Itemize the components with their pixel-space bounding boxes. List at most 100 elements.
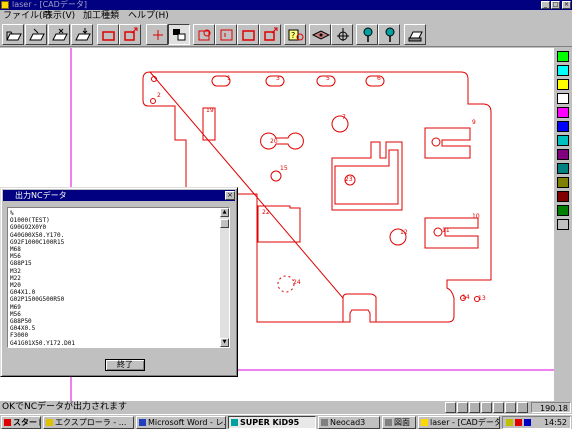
menu-view[interactable]: 表示(V): [44, 11, 75, 21]
import-file-button[interactable]: [71, 24, 93, 45]
toolbar: ?: [0, 22, 572, 47]
target-tool-button[interactable]: [331, 24, 353, 45]
help-query-button[interactable]: ?: [284, 24, 306, 45]
rect-arrow-icon: [124, 27, 138, 41]
save-file-button[interactable]: [25, 24, 47, 45]
neocad-icon: [321, 419, 328, 426]
swatch-blue[interactable]: [557, 121, 569, 132]
dialog-title[interactable]: 出力NCデータ: [3, 190, 235, 201]
save-as-button[interactable]: [48, 24, 70, 45]
drawing-icon: [385, 419, 392, 426]
label-9: 9: [472, 119, 476, 126]
select-icon: [173, 29, 186, 41]
app-icon[interactable]: [1, 1, 9, 9]
swatch-olive[interactable]: [557, 177, 569, 188]
menu-help[interactable]: ヘルプ(H): [128, 11, 169, 21]
swatch-white[interactable]: [557, 93, 569, 104]
dialog-close-button[interactable]: ×: [225, 191, 235, 200]
pin-tool-button[interactable]: [356, 24, 378, 45]
swatch-green[interactable]: [557, 51, 569, 62]
pin-icon-2: [385, 27, 395, 42]
print-button[interactable]: [404, 24, 426, 45]
tray-icon-1[interactable]: [506, 419, 513, 426]
target-icon: [337, 28, 349, 41]
swatch-yellow[interactable]: [557, 79, 569, 90]
close-button[interactable]: ×: [562, 1, 571, 9]
finish-button[interactable]: 終了: [105, 359, 145, 371]
rect-bracket-icon: [220, 29, 233, 41]
rect-arrow-tool-button[interactable]: [119, 24, 141, 45]
task-explorer[interactable]: エクスプローラ - ...: [43, 416, 134, 429]
label-14: 14: [462, 294, 470, 301]
rect-tool-2-button[interactable]: [215, 24, 237, 45]
status-coordinate: 190.18: [531, 402, 571, 413]
task-super-kid95[interactable]: SUPER KiD95: [228, 416, 316, 429]
origin-tool-button[interactable]: [146, 24, 168, 45]
label-7: 7: [342, 114, 346, 121]
status-bar: OKでNCデータが出力されます 190.18: [0, 401, 572, 414]
start-button[interactable]: スタート: [1, 416, 41, 429]
nc-code-line: M56: [10, 310, 21, 318]
swatch-dark-green[interactable]: [557, 205, 569, 216]
hole-15: [270, 170, 282, 182]
task-laser[interactable]: laser - [CADデータ]: [418, 416, 500, 429]
task-label-laser: laser - [CADデータ]: [430, 418, 500, 427]
import-file-icon: [75, 28, 91, 41]
minimize-button[interactable]: _: [541, 1, 550, 9]
task-word[interactable]: Microsoft Word - レ...: [136, 416, 226, 429]
swatch-teal[interactable]: [557, 135, 569, 146]
nc-code-lines: % O1000(TEST) G90G92X0Y0 G40G00X50.Y170. G92…: [10, 210, 218, 346]
task-label-drawing: 図面: [394, 418, 410, 427]
status-indicator-3: [469, 402, 480, 413]
nc-code-line: O1000(TEST): [10, 217, 50, 225]
task-neocad3[interactable]: Neocad3: [318, 416, 380, 429]
nc-code-line: G04X1.0: [10, 289, 36, 297]
nc-scrollbar[interactable]: ▲ ▼: [220, 208, 229, 347]
label-12: 12: [400, 229, 408, 236]
task-label-neocad3: Neocad3: [330, 418, 366, 427]
scroll-thumb[interactable]: [220, 219, 229, 228]
rect-tool-button[interactable]: [97, 24, 119, 45]
nc-code-line: G88P50: [10, 318, 32, 326]
rect-tool-3-button[interactable]: [237, 24, 259, 45]
nc-code-line: M20: [10, 282, 21, 290]
pin-tool-2-button[interactable]: [378, 24, 400, 45]
menu-process-type[interactable]: 加工種類: [83, 11, 119, 21]
swatch-magenta[interactable]: [557, 107, 569, 118]
swatch-maroon[interactable]: [557, 191, 569, 202]
window-title: laser - [CADデータ]: [12, 0, 87, 9]
swatch-cyan[interactable]: [557, 65, 569, 76]
circle-tool-button[interactable]: [193, 24, 215, 45]
label-5: 5: [326, 75, 330, 82]
open-file-button[interactable]: [2, 24, 24, 45]
task-drawing[interactable]: 図面: [382, 416, 416, 429]
tray-icon-3[interactable]: [524, 419, 531, 426]
nc-code-list[interactable]: % O1000(TEST) G90G92X0Y0 G40G00X50.Y170. G92…: [7, 207, 230, 348]
scroll-down-arrow[interactable]: ▼: [220, 338, 229, 347]
nc-code-line: G02P1500G500R50: [10, 296, 65, 304]
label-20: 20: [270, 138, 278, 145]
swatch-purple[interactable]: [557, 149, 569, 160]
nc-code-line: G92F1000C100R15: [10, 238, 65, 246]
nc-code-line: M22: [10, 274, 21, 282]
select-tool-button[interactable]: [168, 24, 190, 45]
label-22: 22: [262, 209, 270, 216]
status-message: OKでNCデータが出力されます: [2, 402, 128, 412]
swatch-dark-teal[interactable]: [557, 163, 569, 174]
rect-arrow-tool-2-button[interactable]: [259, 24, 281, 45]
status-indicator-6: [505, 402, 516, 413]
tray-icon-2[interactable]: [515, 419, 522, 426]
system-tray: 14:52: [502, 416, 571, 429]
label-10: 10: [472, 213, 480, 220]
title-bar[interactable]: laser - [CADデータ] _ □ ×: [0, 0, 572, 10]
swatch-gray[interactable]: [557, 219, 569, 230]
label-11: 11: [442, 227, 450, 234]
windows-logo-icon: [4, 419, 11, 426]
maximize-button[interactable]: □: [551, 1, 560, 9]
scroll-up-arrow[interactable]: ▲: [220, 208, 229, 217]
label-15: 15: [280, 165, 288, 172]
rect-arrow-icon-2: [264, 27, 278, 41]
status-indicator-5: [493, 402, 504, 413]
diamond-tool-button[interactable]: [309, 24, 331, 45]
dumbbell-hole: [260, 132, 304, 150]
